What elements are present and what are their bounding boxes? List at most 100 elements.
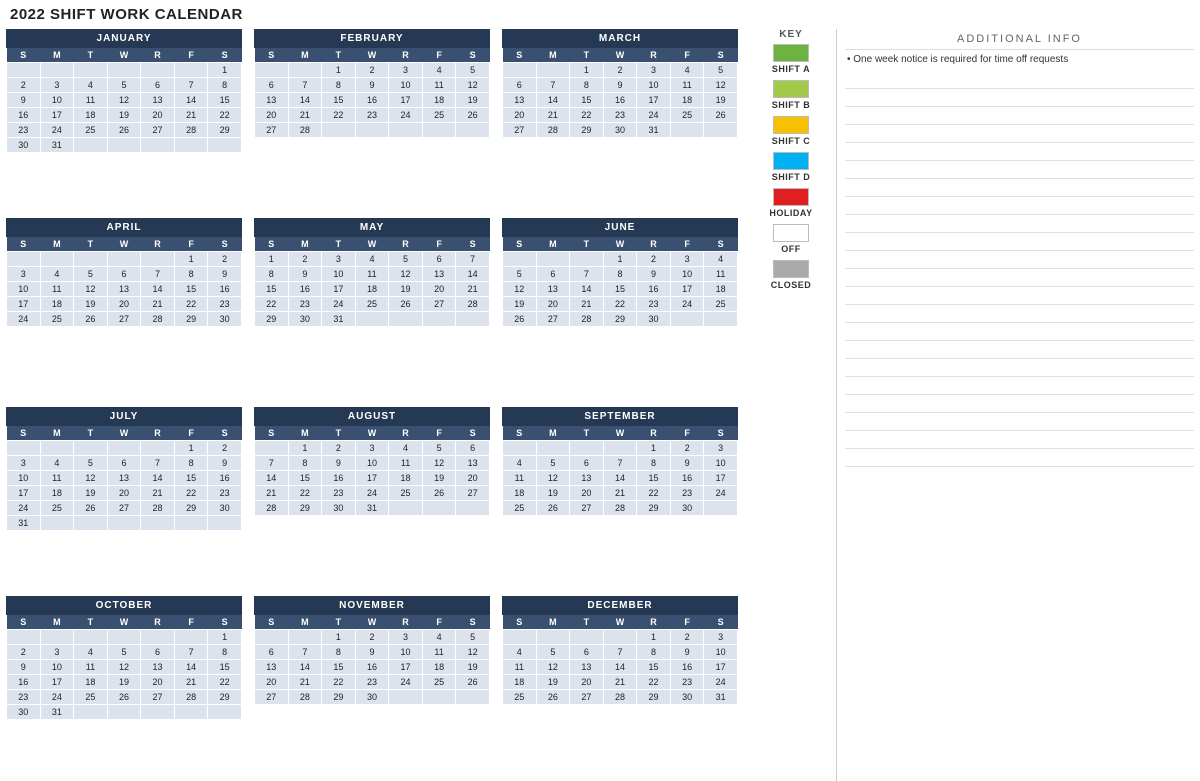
calendar-day: 20 xyxy=(141,675,175,690)
calendar-day: 31 xyxy=(40,138,74,153)
calendar-day: 7 xyxy=(288,78,322,93)
calendar-day: 17 xyxy=(704,660,738,675)
calendar-day: 25 xyxy=(422,675,456,690)
calendar-day: 23 xyxy=(208,486,242,501)
day-header: M xyxy=(536,237,570,252)
calendar-day: 1 xyxy=(208,630,242,645)
info-line xyxy=(845,431,1194,449)
calendar-day xyxy=(141,63,175,78)
calendar-day xyxy=(355,123,389,138)
calendar-day: 11 xyxy=(704,267,738,282)
day-header: T xyxy=(322,237,356,252)
main-container: JANUARYSMTWRFS12345678910111213141516171… xyxy=(0,29,1200,781)
calendar-day: 27 xyxy=(503,123,537,138)
info-line xyxy=(845,395,1194,413)
calendar-day: 19 xyxy=(704,93,738,108)
calendar-day: 16 xyxy=(637,282,671,297)
calendar-day xyxy=(208,138,242,153)
calendar-day: 20 xyxy=(422,282,456,297)
key-label: SHIFT C xyxy=(772,136,811,146)
key-label: HOLIDAY xyxy=(769,208,812,218)
calendar-day: 23 xyxy=(288,297,322,312)
calendar-day: 9 xyxy=(670,645,704,660)
calendar-day xyxy=(456,312,490,327)
calendar-day: 25 xyxy=(74,690,108,705)
calendar-day: 22 xyxy=(174,297,208,312)
calendar-day: 27 xyxy=(456,486,490,501)
calendar-day xyxy=(7,63,41,78)
calendar-day: 7 xyxy=(603,645,637,660)
calendar-day: 12 xyxy=(704,78,738,93)
day-header: M xyxy=(288,615,322,630)
calendar-day: 5 xyxy=(422,441,456,456)
calendar-day: 7 xyxy=(603,456,637,471)
calendar-day: 18 xyxy=(40,486,74,501)
calendar-day: 8 xyxy=(322,645,356,660)
calendar-day: 26 xyxy=(503,312,537,327)
calendar-day xyxy=(141,630,175,645)
calendar-day: 7 xyxy=(174,78,208,93)
calendar-day: 7 xyxy=(174,645,208,660)
calendar-day: 4 xyxy=(355,252,389,267)
calendar-day: 27 xyxy=(107,501,141,516)
calendar-day xyxy=(74,516,108,531)
month-header: FEBRUARY xyxy=(254,29,490,48)
month-header: NOVEMBER xyxy=(254,596,490,615)
day-header: S xyxy=(7,48,41,63)
day-header: T xyxy=(322,426,356,441)
day-header: S xyxy=(208,615,242,630)
calendar-table: SMTWRFS123456789101112131415161718192021… xyxy=(254,48,490,138)
day-header: S xyxy=(208,48,242,63)
calendar-day: 20 xyxy=(107,486,141,501)
calendar-day: 30 xyxy=(670,690,704,705)
calendar-day xyxy=(40,252,74,267)
calendar-day: 17 xyxy=(322,282,356,297)
calendar-day: 11 xyxy=(422,78,456,93)
calendar-day: 16 xyxy=(288,282,322,297)
calendar-day: 25 xyxy=(40,501,74,516)
calendar-day xyxy=(255,441,289,456)
calendar-day xyxy=(570,441,604,456)
calendar-day: 25 xyxy=(503,501,537,516)
calendar-day: 7 xyxy=(456,252,490,267)
day-header: W xyxy=(107,48,141,63)
calendar-day: 14 xyxy=(570,282,604,297)
day-header: S xyxy=(704,615,738,630)
info-line xyxy=(845,197,1194,215)
calendar-day: 21 xyxy=(570,297,604,312)
calendar-day: 23 xyxy=(670,675,704,690)
calendar-day: 3 xyxy=(40,78,74,93)
calendar-day: 11 xyxy=(40,282,74,297)
calendar-day: 19 xyxy=(389,282,423,297)
calendar-day: 26 xyxy=(456,675,490,690)
calendar-day: 9 xyxy=(355,78,389,93)
calendar-day xyxy=(255,63,289,78)
calendar-day: 20 xyxy=(503,108,537,123)
calendar-day: 6 xyxy=(255,645,289,660)
calendar-day: 16 xyxy=(208,471,242,486)
calendar-day: 2 xyxy=(7,78,41,93)
calendar-day: 17 xyxy=(389,93,423,108)
calendar-day xyxy=(141,441,175,456)
calendar-day: 26 xyxy=(107,123,141,138)
calendar-day xyxy=(503,630,537,645)
calendar-day: 22 xyxy=(322,108,356,123)
calendar-day: 18 xyxy=(422,93,456,108)
calendar-day: 20 xyxy=(456,471,490,486)
info-line xyxy=(845,125,1194,143)
calendar-day: 8 xyxy=(208,645,242,660)
calendar-day xyxy=(40,630,74,645)
day-header: F xyxy=(174,426,208,441)
calendar-day xyxy=(536,441,570,456)
calendar-day xyxy=(74,630,108,645)
calendar-day: 24 xyxy=(7,501,41,516)
calendar-day xyxy=(603,441,637,456)
calendar-day: 17 xyxy=(355,471,389,486)
calendar-day: 25 xyxy=(355,297,389,312)
calendar-day: 30 xyxy=(603,123,637,138)
calendar-day: 2 xyxy=(670,630,704,645)
calendar-day: 19 xyxy=(74,297,108,312)
calendar-day: 4 xyxy=(670,63,704,78)
day-header: W xyxy=(603,48,637,63)
day-header: F xyxy=(670,615,704,630)
